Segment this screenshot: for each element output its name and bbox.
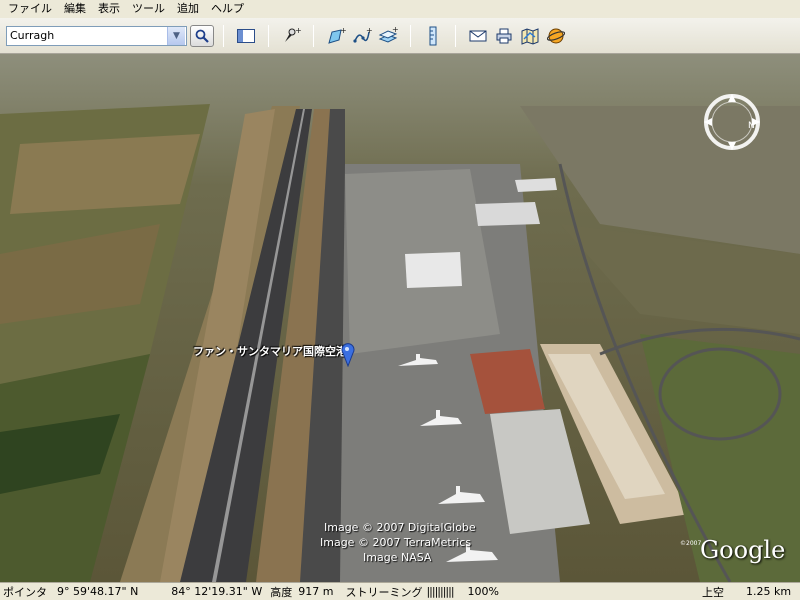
svg-text:+: + xyxy=(392,26,398,34)
placemark-label[interactable]: ファン・サンタマリア国際空港 xyxy=(193,343,347,359)
polygon-add-icon: + xyxy=(328,26,346,44)
satellite-imagery xyxy=(0,54,800,582)
add-path-button[interactable]: + xyxy=(351,25,373,47)
streaming-label: ストリーミング xyxy=(345,585,423,599)
credit-line: Image © 2007 DigitalGlobe xyxy=(324,521,476,534)
eye-altitude-readout: 1.25 km xyxy=(746,585,792,598)
search-button[interactable] xyxy=(190,24,214,47)
menu-add[interactable]: 追加 xyxy=(171,0,205,18)
altitude-label: 高度 xyxy=(270,585,293,599)
status-bar: ポインタ 9° 59'48.17" N 84° 12'19.31" W 高度 9… xyxy=(0,582,800,600)
overlay-add-icon: + xyxy=(378,26,398,43)
map-icon xyxy=(521,27,539,45)
add-placemark-button[interactable]: + xyxy=(280,25,302,47)
streaming-progress: |||||||||| xyxy=(426,585,454,598)
placemark[interactable]: ファン・サンタマリア国際空港 xyxy=(193,343,355,367)
toolbar-separator xyxy=(455,24,456,47)
map-viewport[interactable]: N ファン・サンタマリア国際空港 Image © 2007 DigitalGlo… xyxy=(0,54,800,582)
svg-text:+: + xyxy=(295,26,301,35)
add-polygon-button[interactable]: + xyxy=(325,25,347,47)
placemark-pin-icon[interactable] xyxy=(341,343,355,367)
add-overlay-button[interactable]: + xyxy=(377,25,399,47)
svg-text:+: + xyxy=(366,26,372,35)
sky-icon xyxy=(547,28,565,43)
toolbar-separator xyxy=(268,24,269,47)
search-input[interactable] xyxy=(7,26,167,45)
eye-altitude-label: 上空 xyxy=(702,585,724,599)
sidebar-toggle-button[interactable] xyxy=(235,25,257,47)
latitude-readout: 9° 59'48.17" N xyxy=(57,585,139,598)
menu-help[interactable]: ヘルプ xyxy=(205,0,250,18)
imagery-credits: Image © 2007 DigitalGlobe Image © 2007 T… xyxy=(320,520,476,565)
search-icon xyxy=(195,29,209,43)
sky-switch-button[interactable] xyxy=(545,25,567,47)
chevron-down-icon[interactable]: ▼ xyxy=(167,26,185,45)
search-combobox[interactable]: ▼ xyxy=(6,25,187,46)
streaming-percent: 100% xyxy=(467,585,499,598)
longitude-readout: 84° 12'19.31" W xyxy=(171,585,263,598)
menu-bar: ファイル 編集 表示 ツール 追加 ヘルプ xyxy=(0,0,800,18)
toolbar-separator xyxy=(313,24,314,47)
email-icon xyxy=(469,30,487,41)
menu-edit[interactable]: 編集 xyxy=(58,0,92,18)
toolbar-separator xyxy=(410,24,411,47)
menu-file[interactable]: ファイル xyxy=(2,0,58,18)
compass-icon: N xyxy=(704,94,760,150)
print-button[interactable] xyxy=(493,25,515,47)
pointer-label: ポインタ xyxy=(3,585,47,599)
menu-view[interactable]: 表示 xyxy=(92,0,126,18)
sidebar-toggle-icon xyxy=(237,28,255,43)
google-maps-button[interactable] xyxy=(519,25,541,47)
path-add-icon: + xyxy=(353,26,372,43)
credit-line: Image NASA xyxy=(363,551,432,564)
toolbar-separator xyxy=(223,24,224,47)
logo-year: ©2007 xyxy=(680,540,702,547)
email-button[interactable] xyxy=(467,25,489,47)
ruler-button[interactable] xyxy=(422,25,444,47)
credit-line: Image © 2007 TerraMetrics xyxy=(320,536,472,549)
toolbar: ▼ + + + + xyxy=(0,18,800,54)
placemark-add-icon: + xyxy=(285,26,301,42)
navigation-compass[interactable]: N xyxy=(700,90,764,157)
svg-text:N: N xyxy=(748,121,755,131)
altitude-readout: 917 m xyxy=(298,585,334,598)
google-logo: Google xyxy=(700,536,786,564)
menu-tools[interactable]: ツール xyxy=(126,0,171,18)
ruler-icon xyxy=(429,26,437,45)
print-icon xyxy=(496,28,512,43)
svg-text:+: + xyxy=(340,26,346,35)
